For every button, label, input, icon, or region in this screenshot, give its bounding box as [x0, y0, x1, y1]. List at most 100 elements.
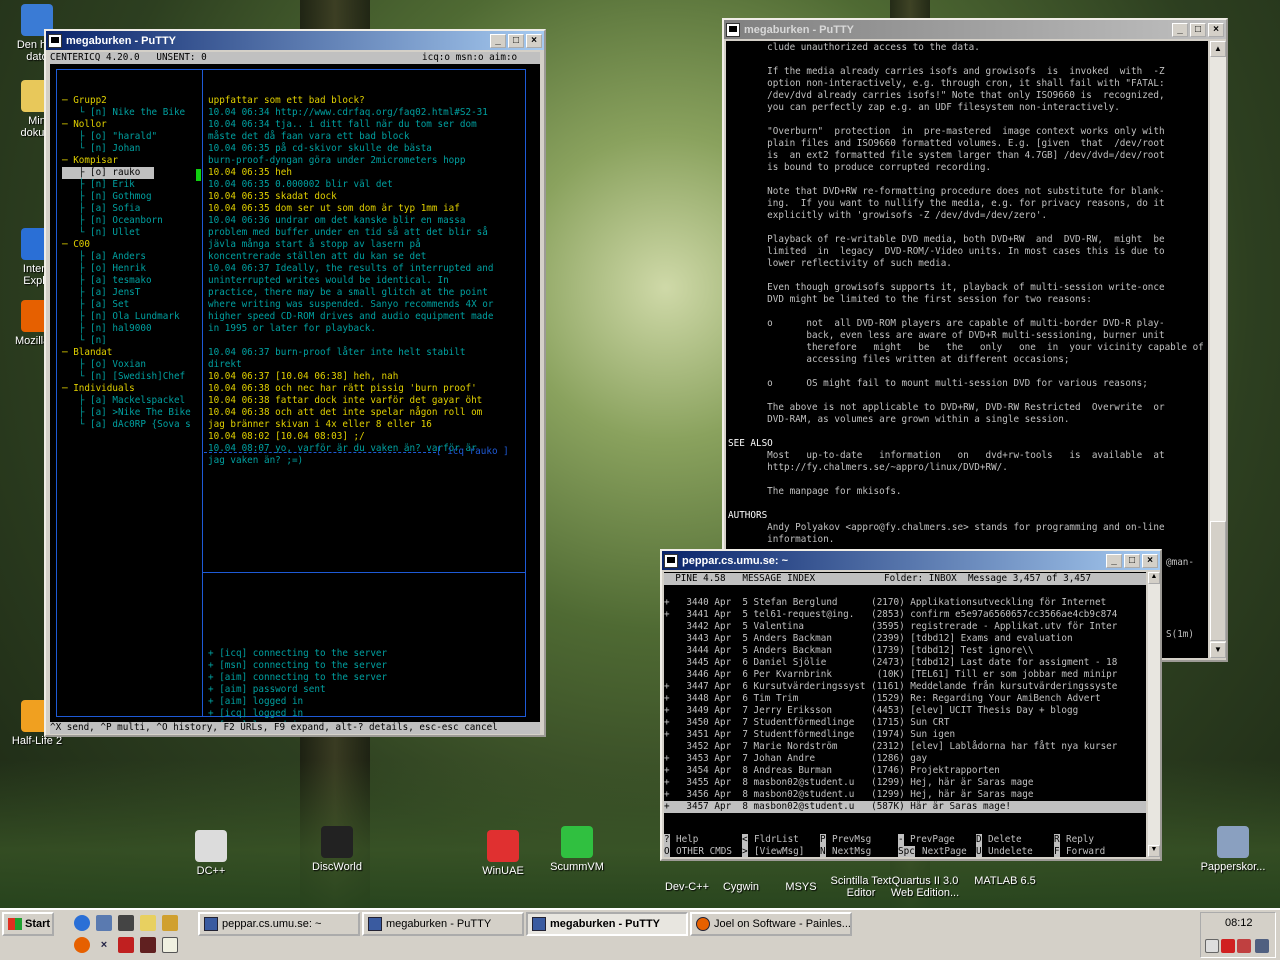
- minimize-button[interactable]: _: [1106, 553, 1122, 568]
- desktop-icon[interactable]: DC++: [176, 830, 246, 877]
- title-bar[interactable]: peppar.cs.umu.se: ~ _ □ ×: [662, 551, 1160, 570]
- contact-item[interactable]: ├ [n] Gothmog: [62, 191, 152, 203]
- contact-item[interactable]: └ [n] Nike the Bike: [62, 107, 185, 119]
- contact-item[interactable]: ├ [a] Sofia: [62, 203, 141, 215]
- contact-item[interactable]: ─ Kompisar: [62, 155, 118, 167]
- firefox-icon[interactable]: [74, 937, 90, 953]
- contact-item[interactable]: ─ Individuals: [62, 383, 135, 395]
- key-hint[interactable]: O: [664, 846, 670, 857]
- close-button[interactable]: ×: [526, 33, 542, 48]
- contact-item[interactable]: ├ [o] Voxian: [62, 359, 146, 371]
- contact-item[interactable]: ├ [o] "harald": [62, 131, 157, 143]
- task-button-peppar[interactable]: peppar.cs.umu.se: ~: [198, 912, 360, 936]
- contact-item[interactable]: ─ Blandat: [62, 347, 112, 359]
- message-row[interactable]: + 3440 Apr 5 Stefan Berglund (2170) Appl…: [664, 597, 1106, 609]
- app-icon[interactable]: [140, 937, 156, 953]
- contact-item[interactable]: └ [n]: [62, 335, 107, 347]
- message-row[interactable]: + 3450 Apr 7 Studentförmedlinge (1715) S…: [664, 717, 949, 729]
- putty-window-centericq[interactable]: megaburken - PuTTY _ □ × CENTERICQ 4.20.…: [44, 29, 546, 737]
- scroll-down-button[interactable]: ▼: [1148, 845, 1160, 857]
- tray-app-icon[interactable]: [1237, 939, 1251, 953]
- contact-item[interactable]: ├ [a] tesmako: [62, 275, 152, 287]
- key-label[interactable]: Forward: [1066, 846, 1105, 857]
- contact-item[interactable]: ├ [o] Henrik: [62, 263, 146, 275]
- key-label[interactable]: Reply: [1066, 834, 1094, 846]
- message-row[interactable]: 3443 Apr 5 Anders Backman (2399) [tdbd12…: [664, 633, 1072, 645]
- contact-item[interactable]: ├ [a] JensT: [62, 287, 141, 299]
- close-button[interactable]: ×: [1142, 553, 1158, 568]
- key-hint[interactable]: ?: [664, 834, 670, 846]
- key-label[interactable]: FldrList: [754, 834, 799, 846]
- terminal-area[interactable]: PINE 4.58 MESSAGE INDEX Folder: INBOX Me…: [664, 572, 1146, 857]
- x-icon[interactable]: ×: [96, 937, 112, 953]
- contact-item[interactable]: ├ [n] Oceanborn: [62, 215, 163, 227]
- key-label[interactable]: NextMsg: [832, 846, 871, 857]
- contact-item[interactable]: ─ Nollor: [62, 119, 107, 131]
- message-row[interactable]: + 3453 Apr 7 Johan Andre (1286) gay: [664, 753, 927, 765]
- message-row[interactable]: + 3449 Apr 7 Jerry Eriksson (4453) [elev…: [664, 705, 1078, 717]
- scroll-thumb[interactable]: [1210, 521, 1226, 641]
- message-row[interactable]: 3442 Apr 5 Valentina (3595) registrerade…: [664, 621, 1117, 633]
- contact-item[interactable]: ─ C00: [62, 239, 90, 251]
- key-hint[interactable]: F: [1054, 846, 1060, 857]
- key-hint[interactable]: <: [742, 834, 748, 846]
- message-row[interactable]: + 3447 Apr 6 Kursutvärderingssyst (1161)…: [664, 681, 1117, 693]
- task-button-megaburken-1[interactable]: megaburken - PuTTY: [362, 912, 524, 936]
- key-label[interactable]: PrevPage: [910, 834, 955, 846]
- contact-item[interactable]: └ [a] dAc0RP {Sova s: [62, 419, 191, 431]
- task-button-megaburken-2[interactable]: megaburken - PuTTY: [526, 912, 688, 936]
- contact-item[interactable]: ├ [n] Ola Lundmark: [62, 311, 180, 323]
- terminal-area[interactable]: CENTERICQ 4.20.0 UNSENT: 0 icq:o msn:o a…: [50, 52, 540, 734]
- desktop-icon[interactable]: Papperskor...: [1198, 826, 1268, 873]
- contact-item[interactable]: ├ [o] rauko: [62, 167, 154, 179]
- desktop-icon[interactable]: DiscWorld: [302, 826, 372, 873]
- message-row[interactable]: 3446 Apr 6 Per Kvarnbrink (10K) [TEL61] …: [664, 669, 1117, 681]
- key-hint[interactable]: R: [1054, 834, 1060, 846]
- key-label[interactable]: Help: [676, 834, 698, 846]
- key-hint[interactable]: U: [976, 846, 982, 857]
- contact-item[interactable]: └ [n] Johan: [62, 143, 141, 155]
- scroll-up-button[interactable]: ▲: [1148, 572, 1160, 584]
- desktop-icon[interactable]: ScummVM: [542, 826, 612, 873]
- key-hint[interactable]: D: [976, 834, 982, 846]
- key-label[interactable]: Delete: [988, 834, 1022, 846]
- start-button[interactable]: Start: [2, 912, 54, 936]
- contact-item[interactable]: └ [n] Ullet: [62, 227, 141, 239]
- key-label[interactable]: Undelete: [988, 846, 1033, 857]
- key-hint[interactable]: >: [742, 846, 748, 857]
- search-icon[interactable]: [140, 915, 156, 931]
- ie-icon[interactable]: [74, 915, 90, 931]
- title-bar[interactable]: megaburken - PuTTY _ □ ×: [46, 31, 544, 50]
- network-icon[interactable]: [96, 915, 112, 931]
- task-button-joel[interactable]: Joel on Software - Painles...: [690, 912, 852, 936]
- message-row[interactable]: + 3455 Apr 8 masbon02@student.u (1299) H…: [664, 777, 1033, 789]
- message-row[interactable]: + 3454 Apr 8 Andreas Burman (1746) Proje…: [664, 765, 1000, 777]
- key-hint[interactable]: P: [820, 834, 826, 846]
- notepad-icon[interactable]: [162, 937, 178, 953]
- terminal-icon[interactable]: [118, 915, 134, 931]
- message-row[interactable]: 3452 Apr 7 Marie Nordström (2312) [elev]…: [664, 741, 1117, 753]
- contact-item[interactable]: ├ [n] Erik: [62, 179, 135, 191]
- message-row[interactable]: + 3441 Apr 5 tel61-request@ing. (2853) c…: [664, 609, 1117, 621]
- contact-item[interactable]: ├ [a] Anders: [62, 251, 146, 263]
- maximize-button[interactable]: □: [1124, 553, 1140, 568]
- scroll-down-button[interactable]: ▼: [1210, 642, 1226, 658]
- pine-window[interactable]: peppar.cs.umu.se: ~ _ □ × PINE 4.58 MESS…: [660, 549, 1162, 861]
- glasses-icon[interactable]: [162, 915, 178, 931]
- message-row[interactable]: 3444 Apr 5 Anders Backman (1739) [tdbd12…: [664, 645, 1033, 657]
- maximize-button[interactable]: □: [1190, 22, 1206, 37]
- contact-item[interactable]: ├ [a] Mackelspackel: [62, 395, 185, 407]
- title-bar[interactable]: megaburken - PuTTY _ □ ×: [724, 20, 1226, 39]
- desktop-icon[interactable]: WinUAE: [468, 830, 538, 877]
- key-label[interactable]: OTHER CMDS: [676, 846, 732, 857]
- network-status-icon[interactable]: [1255, 939, 1269, 953]
- volume-icon[interactable]: [1205, 939, 1219, 953]
- clock[interactable]: 08:12: [1225, 917, 1253, 929]
- scrollbar[interactable]: ▲ ▼: [1210, 41, 1226, 658]
- contact-item[interactable]: ├ [a] >Nike The Bike: [62, 407, 191, 419]
- close-x-icon[interactable]: [118, 937, 134, 953]
- scroll-up-button[interactable]: ▲: [1210, 41, 1226, 57]
- key-label[interactable]: [ViewMsg]: [754, 846, 804, 857]
- scrollbar[interactable]: ▲ ▼: [1148, 572, 1160, 857]
- contact-item[interactable]: └ [n] [Swedish]Chef: [62, 371, 185, 383]
